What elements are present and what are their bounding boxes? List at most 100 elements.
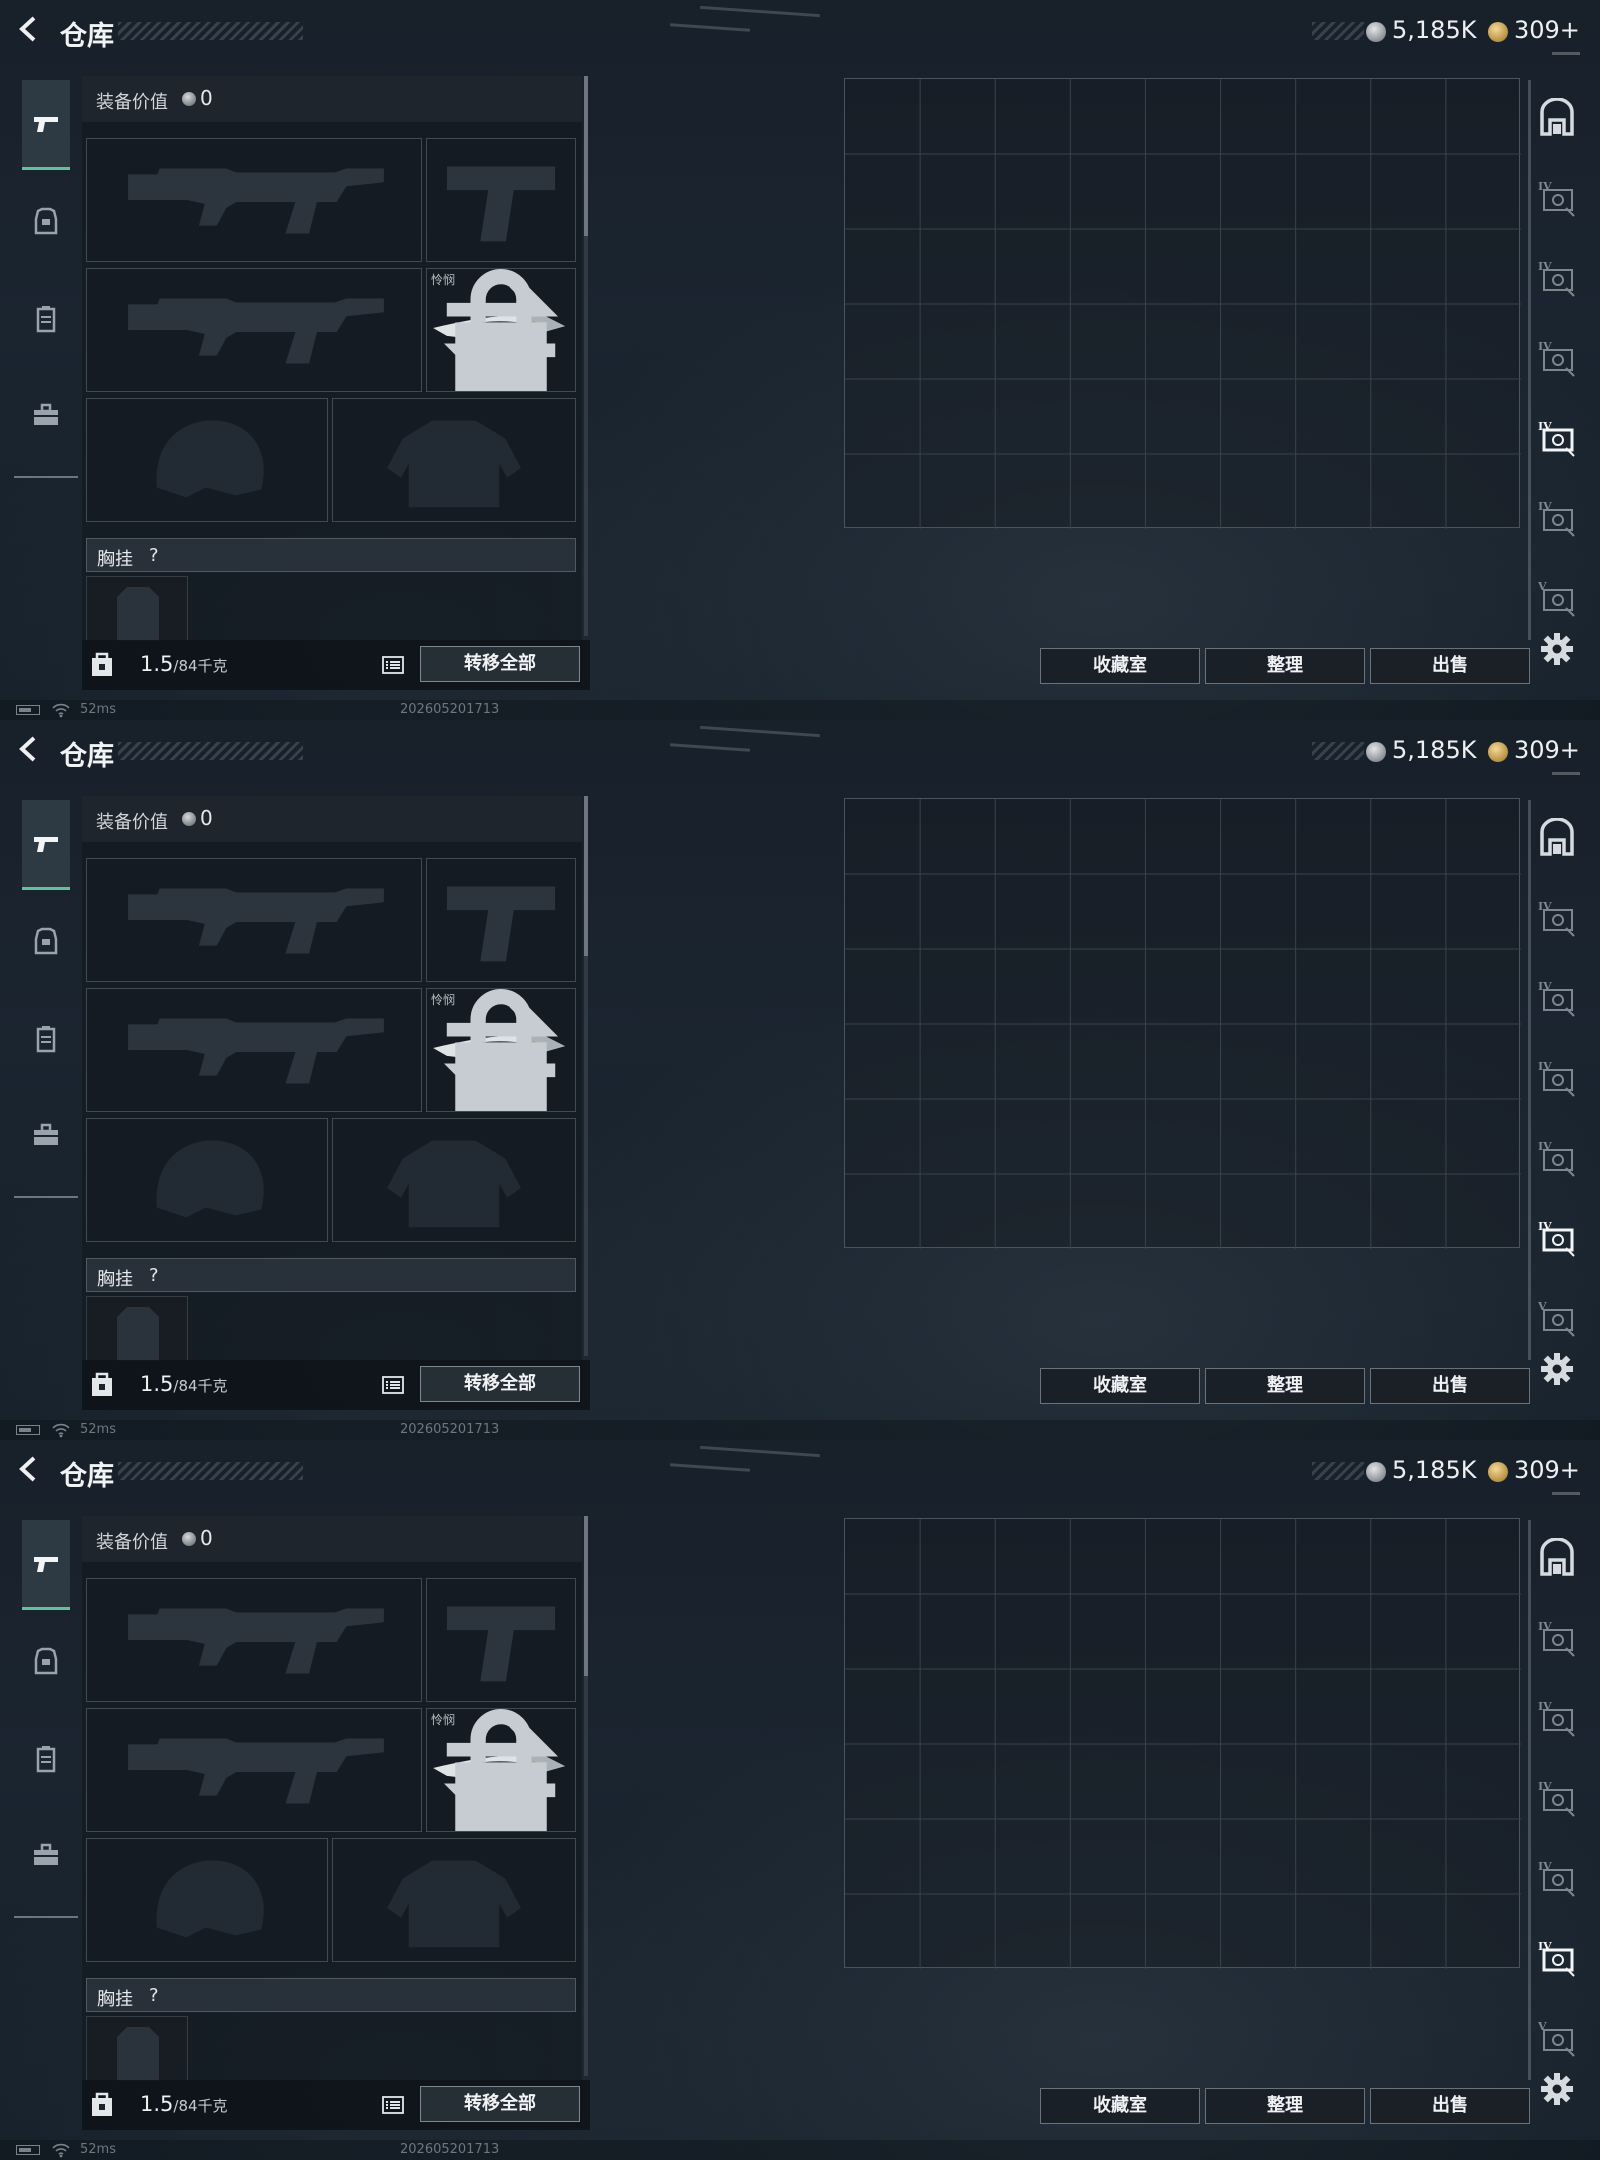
container-tab-2[interactable]: IV — [1536, 1618, 1578, 1658]
gold-balance[interactable]: 309+ — [1514, 16, 1580, 44]
chest-rig-slot[interactable] — [86, 1296, 188, 1361]
silver-coin-icon — [1366, 1462, 1386, 1482]
sidearm-slot[interactable] — [426, 138, 576, 262]
container-tab-2[interactable]: IV — [1536, 898, 1578, 938]
storage-grid[interactable] — [844, 798, 1521, 1249]
secondary-weapon-slot[interactable] — [86, 1708, 422, 1832]
secondary-weapon-slot[interactable] — [86, 988, 422, 1112]
helmet-slot[interactable] — [86, 398, 328, 522]
list-view-button[interactable] — [378, 1370, 408, 1400]
sort-button[interactable]: 整理 — [1205, 1368, 1365, 1404]
armor-slot[interactable] — [332, 398, 576, 522]
scrollbar-thumb[interactable] — [584, 1516, 588, 1676]
chest-rig-slot[interactable] — [86, 576, 188, 641]
sell-button[interactable]: 出售 — [1370, 2088, 1530, 2124]
scrollbar-thumb[interactable] — [584, 796, 588, 956]
melee-slot[interactable]: 怜悯 — [426, 988, 576, 1112]
container-tab-6[interactable]: IV — [1536, 1218, 1578, 1258]
gear-icon[interactable] — [1540, 1352, 1574, 1386]
title-decoration — [118, 22, 303, 40]
sidearm-slot[interactable] — [426, 858, 576, 982]
container-rail-scrollbar[interactable] — [1528, 80, 1531, 640]
help-icon[interactable]: ? — [149, 1985, 159, 2006]
help-icon[interactable]: ? — [149, 1265, 159, 1286]
collection-room-button[interactable]: 收藏室 — [1040, 1368, 1200, 1404]
silver-balance[interactable]: 5,185K — [1392, 16, 1476, 44]
nav-item-supplies[interactable] — [22, 994, 70, 1084]
melee-slot[interactable]: 怜悯 — [426, 1708, 576, 1832]
helmet-slot[interactable] — [86, 1838, 328, 1962]
primary-weapon-slot[interactable] — [86, 1578, 422, 1702]
container-tab-1[interactable] — [1536, 97, 1578, 138]
nav-item-gear[interactable] — [22, 896, 70, 986]
collection-room-button[interactable]: 收藏室 — [1040, 648, 1200, 684]
melee-slot[interactable]: 怜悯 — [426, 268, 576, 392]
secondary-weapon-slot[interactable] — [86, 268, 422, 392]
help-icon[interactable]: ? — [149, 545, 159, 566]
storage-grid[interactable] — [844, 78, 1521, 529]
container-tab-7[interactable]: V — [1536, 2018, 1578, 2058]
background-streak — [669, 23, 751, 32]
container-tab-1[interactable] — [1536, 817, 1578, 858]
silver-coin-icon — [182, 812, 196, 826]
transfer-all-button[interactable]: 转移全部 — [420, 1366, 580, 1402]
primary-weapon-slot[interactable] — [86, 858, 422, 982]
nav-item-gear[interactable] — [22, 176, 70, 266]
container-rail-scrollbar[interactable] — [1528, 800, 1531, 1360]
chest-rig-slot[interactable] — [86, 2016, 188, 2081]
container-tab-6[interactable]: IV — [1536, 498, 1578, 538]
armor-slot[interactable] — [332, 1838, 576, 1962]
back-arrow-icon[interactable] — [14, 734, 44, 764]
nav-item-toolbox[interactable] — [22, 370, 70, 460]
sell-button[interactable]: 出售 — [1370, 648, 1530, 684]
container-tab-7[interactable]: V — [1536, 578, 1578, 618]
nav-item-weapons[interactable] — [22, 1520, 70, 1610]
transfer-all-button[interactable]: 转移全部 — [420, 2086, 580, 2122]
back-arrow-icon[interactable] — [14, 14, 44, 44]
collection-room-button[interactable]: 收藏室 — [1040, 2088, 1200, 2124]
container-tab-3[interactable]: IV — [1536, 1698, 1578, 1738]
container-tab-2[interactable]: IV — [1536, 178, 1578, 218]
container-iv-icon: IV — [1538, 1220, 1575, 1257]
container-tab-5[interactable]: IV — [1536, 1858, 1578, 1898]
sort-button[interactable]: 整理 — [1205, 648, 1365, 684]
container-tab-7[interactable]: V — [1536, 1298, 1578, 1338]
nav-item-weapons[interactable] — [22, 80, 70, 170]
gold-balance[interactable]: 309+ — [1514, 736, 1580, 764]
armor-slot[interactable] — [332, 1118, 576, 1242]
transfer-all-button[interactable]: 转移全部 — [420, 646, 580, 682]
container-iv-icon: IV — [1538, 980, 1575, 1017]
helmet-slot[interactable] — [86, 1118, 328, 1242]
primary-weapon-slot[interactable] — [86, 138, 422, 262]
back-arrow-icon[interactable] — [14, 1454, 44, 1484]
sell-button[interactable]: 出售 — [1370, 1368, 1530, 1404]
container-tab-4[interactable]: IV — [1536, 1778, 1578, 1818]
nav-item-gear[interactable] — [22, 1616, 70, 1706]
list-view-button[interactable] — [378, 650, 408, 680]
list-view-button[interactable] — [378, 2090, 408, 2120]
gear-icon[interactable] — [1540, 2072, 1574, 2106]
silver-balance[interactable]: 5,185K — [1392, 736, 1476, 764]
container-tab-4[interactable]: IV — [1536, 1058, 1578, 1098]
container-tab-3[interactable]: IV — [1536, 258, 1578, 298]
container-tab-6[interactable]: IV — [1536, 1938, 1578, 1978]
nav-item-toolbox[interactable] — [22, 1810, 70, 1900]
container-tab-5[interactable]: IV — [1536, 1138, 1578, 1178]
nav-item-supplies[interactable] — [22, 1714, 70, 1804]
container-tab-3[interactable]: IV — [1536, 978, 1578, 1018]
container-tab-1[interactable] — [1536, 1537, 1578, 1578]
gear-icon[interactable] — [1540, 632, 1574, 666]
nav-item-toolbox[interactable] — [22, 1090, 70, 1180]
nav-item-weapons[interactable] — [22, 800, 70, 890]
storage-grid[interactable] — [844, 1518, 1521, 1969]
sidearm-slot[interactable] — [426, 1578, 576, 1702]
silver-balance[interactable]: 5,185K — [1392, 1456, 1476, 1484]
scrollbar-thumb[interactable] — [584, 76, 588, 236]
gold-balance[interactable]: 309+ — [1514, 1456, 1580, 1484]
nav-item-supplies[interactable] — [22, 274, 70, 364]
container-tab-4[interactable]: IV — [1536, 338, 1578, 378]
sort-button[interactable]: 整理 — [1205, 2088, 1365, 2124]
container-tier-label: IV — [1538, 340, 1552, 353]
container-rail-scrollbar[interactable] — [1528, 1520, 1531, 2080]
container-tab-5[interactable]: IV — [1536, 418, 1578, 458]
